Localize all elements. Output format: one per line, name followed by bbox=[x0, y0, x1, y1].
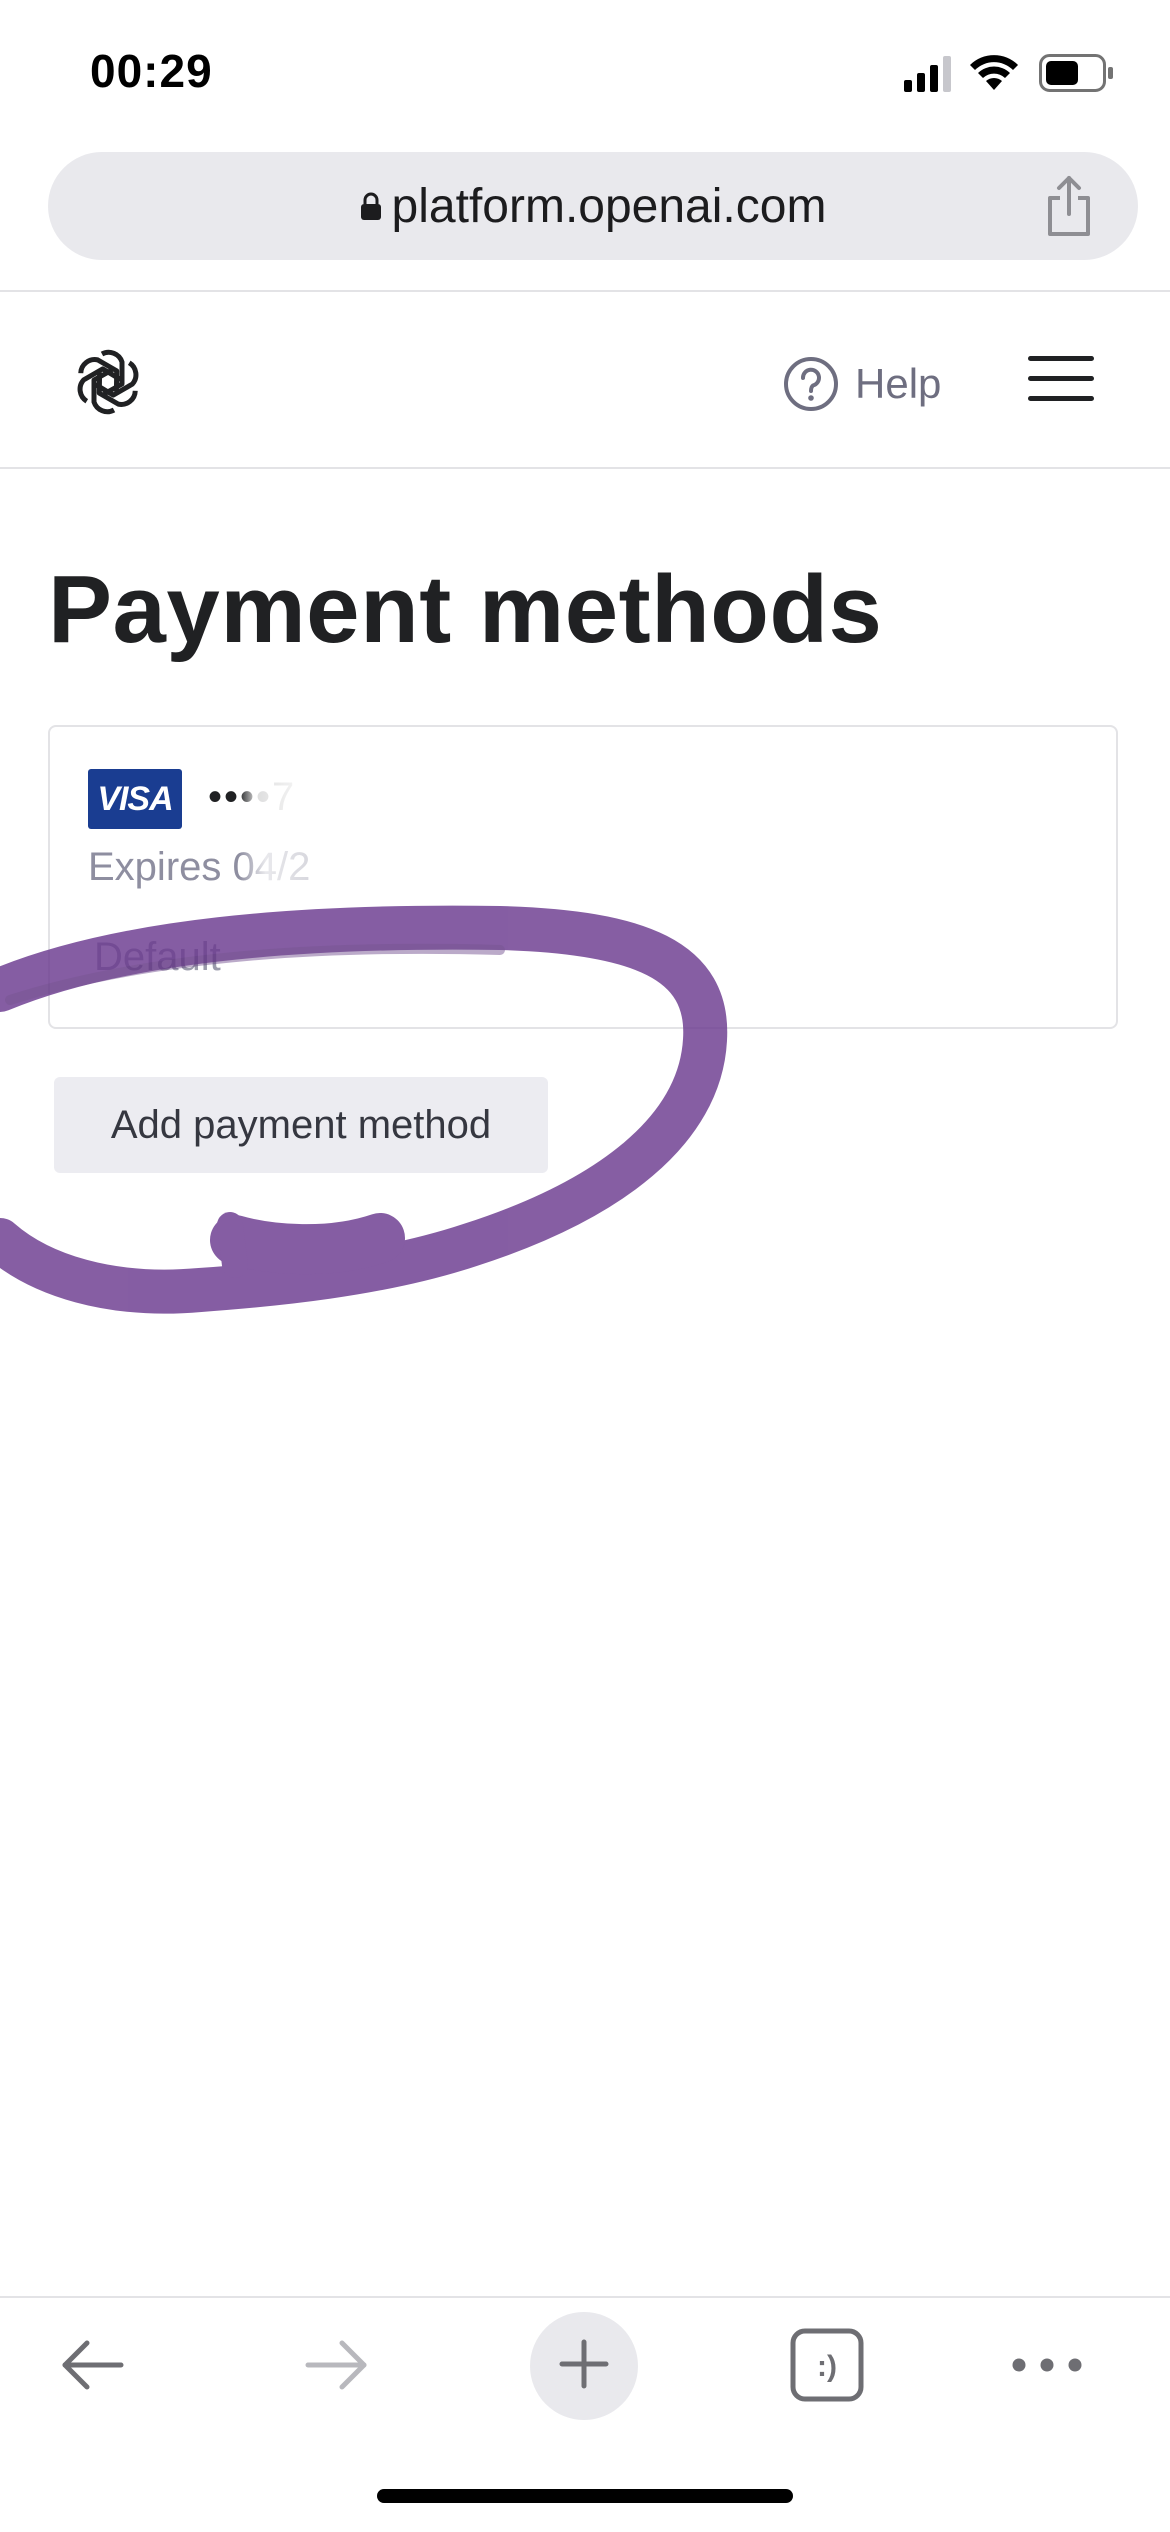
forward-arrow-icon[interactable] bbox=[300, 2328, 374, 2407]
help-icon bbox=[783, 356, 839, 412]
battery-icon bbox=[1039, 54, 1115, 97]
app-header: Help bbox=[0, 292, 1170, 468]
signal-icon bbox=[904, 56, 954, 97]
card-number: ••••7 bbox=[208, 775, 297, 819]
address-bar[interactable]: platform.openai.com bbox=[48, 152, 1138, 260]
share-icon[interactable] bbox=[1042, 174, 1096, 243]
lock-icon bbox=[360, 191, 382, 221]
payment-card[interactable]: VISA ••••7 Expires 04/2 Default bbox=[48, 725, 1118, 1029]
new-tab-button[interactable] bbox=[530, 2312, 638, 2420]
home-indicator bbox=[377, 2489, 793, 2503]
screen: 00:29 platform.openai.com Help Payment m… bbox=[0, 0, 1170, 2532]
hamburger-menu-icon[interactable] bbox=[1028, 354, 1094, 409]
default-badge: Default bbox=[94, 935, 221, 979]
openai-logo-icon[interactable] bbox=[70, 344, 146, 425]
status-time: 00:29 bbox=[90, 45, 213, 97]
add-payment-method-button[interactable]: Add payment method bbox=[54, 1077, 548, 1173]
wifi-icon bbox=[969, 52, 1019, 97]
back-arrow-icon[interactable] bbox=[55, 2328, 129, 2407]
help-link[interactable]: Help bbox=[783, 354, 941, 414]
status-bar: 00:29 bbox=[0, 0, 1170, 145]
tabs-label: :) bbox=[817, 2350, 837, 2383]
visa-logo: VISA bbox=[88, 769, 182, 829]
address-bar-content: platform.openai.com bbox=[48, 152, 1138, 260]
divider bbox=[0, 467, 1170, 469]
more-icon[interactable] bbox=[1010, 2328, 1084, 2407]
card-expiry-text: Expires 04/2 bbox=[88, 845, 311, 889]
help-label: Help bbox=[855, 360, 942, 407]
tabs-icon[interactable]: :) bbox=[790, 2328, 864, 2407]
url-text: platform.openai.com bbox=[391, 179, 827, 233]
card-expiry: Expires 04/2 bbox=[88, 845, 310, 890]
plus-icon bbox=[558, 2338, 610, 2395]
page-title: Payment methods bbox=[48, 556, 883, 663]
